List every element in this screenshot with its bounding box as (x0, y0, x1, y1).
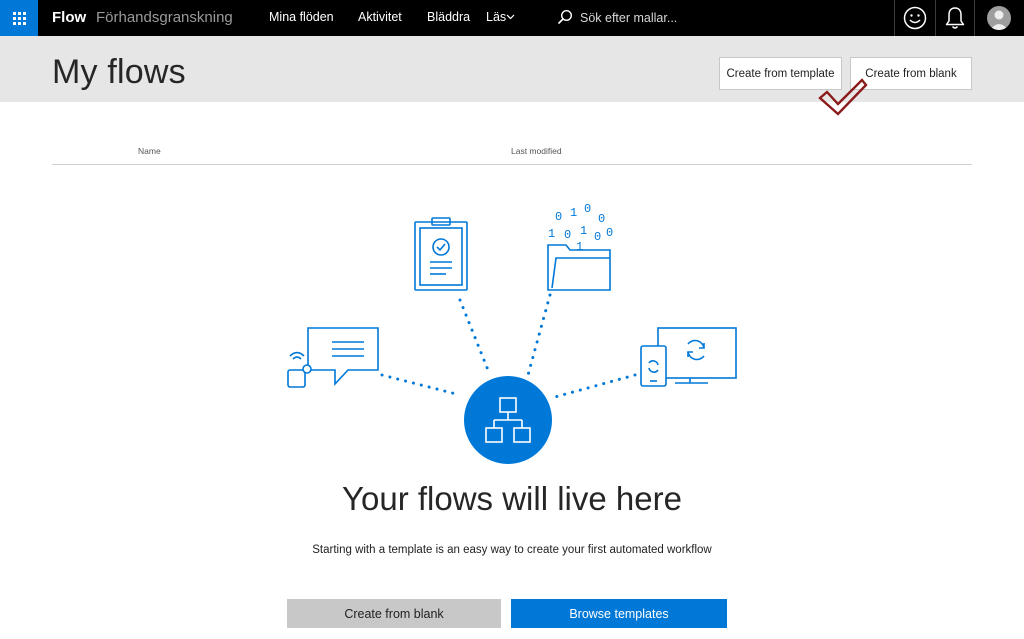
checkmark-annotation-icon (818, 78, 868, 116)
app-launcher-button[interactable] (0, 0, 38, 36)
notifications-button[interactable] (936, 0, 974, 36)
create-from-blank-cta-button[interactable]: Create from blank (287, 599, 501, 628)
chat-bubble-icon (287, 327, 379, 388)
empty-state-illustration: 0 1 0 0 1 0 1 0 0 1 (287, 202, 737, 464)
table-divider (52, 164, 972, 165)
smiley-icon (903, 6, 927, 30)
search-input[interactable] (580, 8, 800, 28)
column-header-last-modified[interactable]: Last modified (511, 146, 562, 156)
top-bar: Flow Förhandsgranskning Mina flöden Akti… (0, 0, 1024, 36)
search-icon[interactable] (557, 9, 573, 25)
binary-digit: 1 (580, 224, 587, 238)
brand-name[interactable]: Flow (52, 9, 86, 26)
binary-digit: 0 (564, 228, 571, 242)
nav-activity[interactable]: Aktivitet (358, 10, 402, 24)
waffle-icon (12, 11, 26, 25)
brand-subtitle: Förhandsgranskning (96, 9, 233, 26)
chevron-down-icon[interactable] (506, 12, 515, 21)
column-header-name[interactable]: Name (138, 146, 161, 156)
binary-digit: 0 (555, 210, 562, 224)
avatar-icon (987, 6, 1011, 30)
nav-my-flows[interactable]: Mina flöden (269, 10, 334, 24)
devices-sync-icon (640, 327, 737, 387)
nav-learn[interactable]: Läs (486, 10, 506, 24)
create-from-blank-button[interactable]: Create from blank (850, 57, 972, 90)
divider (974, 0, 975, 36)
binary-digit: 0 (584, 202, 591, 216)
page-header: My flows Create from template Create fro… (0, 36, 1024, 102)
nav-browse[interactable]: Bläddra (427, 10, 470, 24)
bell-icon (945, 7, 965, 29)
binary-digit: 0 (606, 226, 613, 240)
feedback-button[interactable] (895, 0, 935, 36)
clipboard-icon (414, 217, 468, 291)
account-button[interactable] (976, 0, 1022, 36)
binary-digit: 1 (548, 227, 555, 241)
empty-state-subtitle: Starting with a template is an easy way … (312, 544, 712, 556)
page-title: My flows (52, 53, 186, 91)
flow-hub-icon (464, 376, 552, 464)
binary-digit: 1 (570, 206, 577, 220)
binary-digits: 0 1 0 0 1 0 1 0 0 1 (548, 202, 613, 254)
binary-digit: 1 (576, 240, 583, 254)
empty-state-title: Your flows will live here (342, 480, 682, 517)
binary-digit: 0 (598, 212, 605, 226)
browse-templates-button[interactable]: Browse templates (511, 599, 727, 628)
binary-digit: 0 (594, 230, 601, 244)
